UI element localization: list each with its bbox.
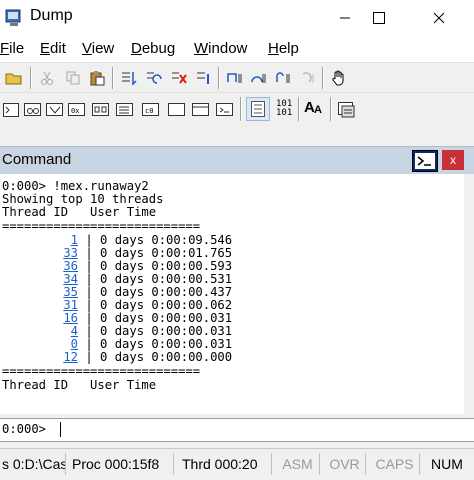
output-divider: =========================== bbox=[2, 364, 201, 378]
options-icon[interactable] bbox=[336, 99, 358, 121]
open-folder-icon[interactable] bbox=[3, 67, 25, 89]
source-mode-icon[interactable] bbox=[246, 97, 270, 121]
text-caret bbox=[60, 422, 61, 437]
status-process: Proc 000:15f8 bbox=[68, 453, 174, 475]
toolbar-separator bbox=[240, 97, 242, 121]
table-row: 12 | 0 days 0:00:00.000 bbox=[2, 351, 232, 364]
command-prompt-button[interactable] bbox=[412, 150, 438, 172]
step-into-icon[interactable] bbox=[223, 67, 245, 89]
command-window-title: Command bbox=[2, 151, 72, 168]
main-toolbar bbox=[0, 62, 474, 93]
menu-bar: File Edit View Debug Window Help bbox=[0, 36, 474, 62]
thread-id-link[interactable]: 16 bbox=[2, 312, 78, 325]
step-over-icon[interactable] bbox=[247, 67, 269, 89]
command-input[interactable]: 0:000> bbox=[0, 418, 474, 442]
source-window-icon[interactable] bbox=[214, 99, 236, 121]
output-footer-header: Thread ID User Time bbox=[2, 378, 157, 392]
cut-icon[interactable] bbox=[36, 67, 58, 89]
watch-window-icon[interactable] bbox=[22, 99, 44, 121]
thread-id-link[interactable]: 12 bbox=[2, 351, 78, 364]
status-bar: s 0:D:\Cas Proc 000:15f8 Thrd 000:20 ASM… bbox=[0, 448, 474, 480]
close-icon: x bbox=[450, 153, 456, 167]
close-button[interactable] bbox=[416, 0, 462, 36]
menu-edit[interactable]: Edit bbox=[40, 40, 66, 57]
break-icon[interactable] bbox=[193, 67, 215, 89]
user-time: 0 days 0:00:00.000 bbox=[100, 350, 233, 364]
status-asm: ASM bbox=[276, 453, 320, 475]
toolbar-separator bbox=[298, 97, 300, 121]
toolbar-separator bbox=[330, 97, 332, 121]
close-icon bbox=[433, 12, 445, 24]
maximize-icon bbox=[373, 12, 385, 24]
menu-file[interactable]: File bbox=[0, 40, 24, 57]
menu-debug[interactable]: Debug bbox=[131, 40, 175, 57]
toolbar-separator bbox=[112, 67, 114, 89]
command-prompt-icon bbox=[415, 153, 435, 169]
font-label-small: A bbox=[314, 104, 322, 116]
user-time: 0 days 0:00:00.031 bbox=[100, 337, 233, 351]
minimize-icon bbox=[340, 17, 350, 19]
user-time: 0 days 0:00:00.593 bbox=[100, 259, 233, 273]
user-time: 0 days 0:00:00.031 bbox=[100, 324, 233, 338]
svg-text:c0: c0 bbox=[145, 107, 153, 115]
command-output[interactable]: 0:000> !mex.runaway2 Showing top 10 thre… bbox=[0, 174, 465, 414]
output-divider: =========================== bbox=[2, 219, 201, 233]
stop-debugging-icon[interactable] bbox=[168, 67, 190, 89]
processes-threads-icon[interactable] bbox=[190, 99, 212, 121]
memory-window-icon[interactable] bbox=[90, 99, 112, 121]
window-titlebar: Dump bbox=[0, 0, 474, 36]
go-icon[interactable] bbox=[118, 67, 140, 89]
status-ovr: OVR bbox=[324, 453, 366, 475]
command-window-titlebar: Command bbox=[0, 146, 474, 174]
disassembly-window-icon[interactable]: c0 bbox=[140, 99, 162, 121]
run-to-cursor-icon[interactable] bbox=[297, 67, 319, 89]
toolbar-separator bbox=[322, 67, 324, 89]
status-dump-path: s 0:D:\Cas bbox=[0, 453, 66, 475]
call-stack-window-icon[interactable] bbox=[114, 99, 136, 121]
hex-display-icon[interactable]: 101 101 bbox=[272, 98, 296, 120]
copy-icon[interactable] bbox=[62, 67, 84, 89]
user-time: 0 days 0:00:01.765 bbox=[100, 246, 233, 260]
registers-window-icon[interactable]: 0x bbox=[66, 99, 88, 121]
windbg-app-icon[interactable] bbox=[4, 8, 24, 28]
menu-help[interactable]: Help bbox=[268, 40, 299, 57]
user-time: 0 days 0:00:09.546 bbox=[100, 233, 233, 247]
user-time: 0 days 0:00:00.031 bbox=[100, 311, 233, 325]
user-time: 0 days 0:00:00.062 bbox=[100, 298, 233, 312]
maximize-button[interactable] bbox=[356, 0, 402, 36]
command-window-icon[interactable] bbox=[0, 99, 22, 121]
status-num: NUM bbox=[431, 456, 463, 472]
menu-window[interactable]: Window bbox=[194, 40, 247, 57]
output-header: Thread ID User Time bbox=[2, 205, 157, 219]
thread-id-link[interactable]: 4 bbox=[2, 325, 78, 338]
command-prompt: 0:000> bbox=[2, 422, 47, 436]
toolbar-separator bbox=[30, 67, 32, 89]
scratch-pad-icon[interactable] bbox=[166, 99, 188, 121]
font-icon[interactable]: A A bbox=[302, 98, 326, 120]
command-window-close-button[interactable]: x bbox=[442, 150, 464, 170]
restart-icon[interactable] bbox=[143, 67, 165, 89]
paste-icon[interactable] bbox=[86, 67, 108, 89]
output-scrollbar[interactable] bbox=[464, 174, 474, 414]
locals-window-icon[interactable] bbox=[44, 99, 66, 121]
status-caps: CAPS bbox=[370, 453, 420, 475]
menu-view[interactable]: View bbox=[82, 40, 114, 57]
user-time: 0 days 0:00:00.531 bbox=[100, 272, 233, 286]
status-thread: Thrd 000:20 bbox=[178, 453, 272, 475]
hex-bottom-label: 101 bbox=[276, 108, 293, 118]
window-toolbar: 0x c0 101 101 A A bbox=[0, 92, 474, 127]
step-out-icon[interactable] bbox=[271, 67, 293, 89]
window-title: Dump bbox=[30, 7, 73, 24]
hand-icon[interactable] bbox=[328, 67, 350, 89]
user-time: 0 days 0:00:00.437 bbox=[100, 285, 233, 299]
svg-text:0x: 0x bbox=[71, 107, 79, 115]
toolbar-separator bbox=[218, 67, 220, 89]
